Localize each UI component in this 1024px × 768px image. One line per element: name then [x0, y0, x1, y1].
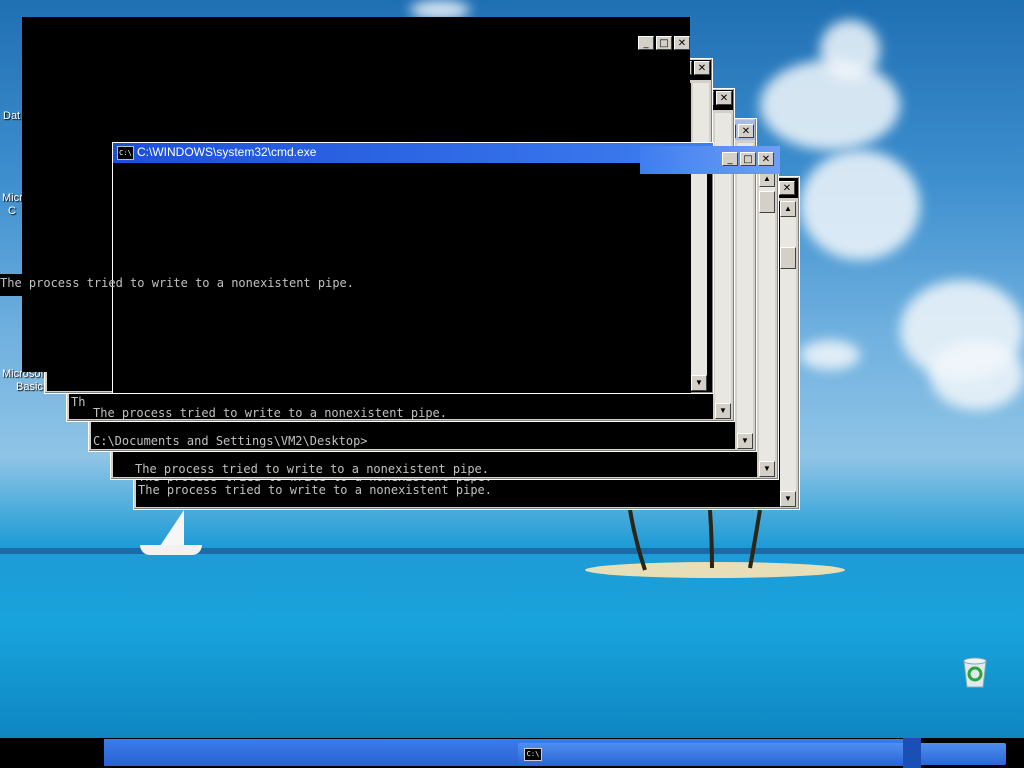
scroll-down-button[interactable]: ▼ — [759, 461, 775, 477]
console-prompt: C:\Documents and Settings\VM2\Desktop> — [93, 434, 368, 448]
desktop-icon-label-c[interactable]: C — [8, 205, 16, 217]
taskbar-cmd-button[interactable]: C:\ — [518, 743, 1006, 765]
vertical-scrollbar[interactable]: ▼ — [691, 165, 707, 391]
console-line: The process tried to write to a nonexist… — [135, 462, 490, 476]
vertical-scrollbar[interactable]: ▲ ▼ — [780, 201, 796, 507]
desktop-icon-label-dat[interactable]: Dat — [3, 110, 20, 122]
console-line: Th — [71, 395, 86, 409]
taskbar-notification-area[interactable] — [903, 738, 921, 768]
close-button[interactable]: ✕ — [716, 91, 732, 105]
scroll-thumb[interactable] — [759, 191, 775, 213]
scroll-down-button[interactable]: ▼ — [691, 375, 707, 391]
close-button[interactable]: ✕ — [758, 152, 774, 166]
scroll-down-button[interactable]: ▼ — [780, 491, 796, 507]
minimize-button[interactable]: _ — [722, 152, 738, 166]
close-button[interactable]: ✕ — [694, 61, 710, 75]
recycle-bin-icon[interactable] — [960, 655, 990, 689]
palm-trees — [628, 509, 762, 571]
console-line: The process tried to write to a nonexist… — [138, 483, 493, 497]
console-error-line: The process tried to write to a nonexist… — [0, 276, 355, 290]
close-button[interactable]: ✕ — [738, 124, 754, 138]
scroll-down-button[interactable]: ▼ — [737, 433, 753, 449]
vertical-scrollbar[interactable]: ▼ — [737, 143, 753, 449]
console-line: The process tried to write to a nonexist… — [93, 406, 448, 419]
sailboat-hull — [140, 545, 202, 555]
scroll-thumb[interactable] — [780, 247, 796, 269]
cmd-icon: C:\ — [524, 748, 542, 761]
cmd-window-active[interactable]: C:\ C:\WINDOWS\system32\cmd.exe ▼ — [112, 142, 714, 394]
titlebar[interactable]: C:\ C:\WINDOWS\system32\cmd.exe — [113, 143, 713, 163]
taskbar-strip: C:\ — [104, 739, 1006, 766]
desktop-icon-label-basic[interactable]: Basic — [16, 381, 43, 393]
close-button[interactable]: ✕ — [779, 181, 795, 195]
close-button[interactable]: ✕ — [674, 36, 690, 50]
maximize-button[interactable]: □ — [740, 152, 756, 166]
scroll-up-button[interactable]: ▲ — [780, 201, 796, 217]
sailboat-sail — [160, 510, 184, 546]
scroll-down-button[interactable]: ▼ — [715, 403, 731, 419]
vertical-scrollbar[interactable]: ▲ ▼ — [759, 171, 775, 477]
minimize-button[interactable]: _ — [638, 36, 654, 50]
taskbar: C:\ — [0, 738, 1024, 768]
window-title: C:\WINDOWS\system32\cmd.exe — [137, 145, 317, 159]
maximize-button[interactable]: □ — [656, 36, 672, 50]
cmd-icon: C:\ — [117, 146, 134, 160]
desktop: Dat Microsof C Microsoft Basic ✕ The pro… — [0, 0, 1024, 738]
